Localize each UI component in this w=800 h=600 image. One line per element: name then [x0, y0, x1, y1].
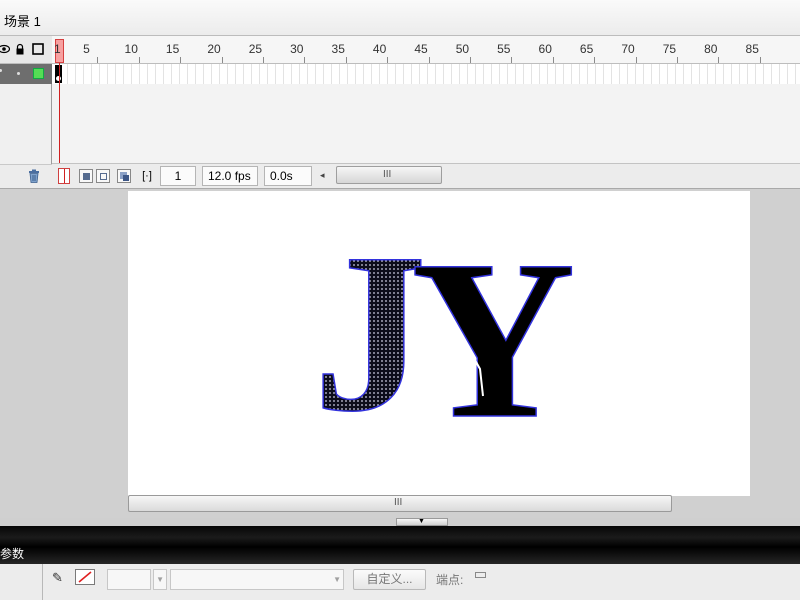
scene-bar: 场景 1	[0, 0, 800, 36]
properties-header: 参数	[0, 526, 800, 564]
ruler-tick-label: 40	[372, 42, 387, 56]
layer-visibility-dot[interactable]	[0, 69, 2, 72]
properties-title[interactable]: 参数	[0, 545, 24, 562]
stage-horizontal-scrollbar[interactable]: III	[128, 495, 672, 512]
frame-ruler[interactable]: 1 5 10 15 20 25 30 35 40 45 50 55 60 65 70 75 80 85	[52, 36, 800, 64]
onion-skin-icon[interactable]	[79, 169, 93, 183]
letter-y[interactable]: Y	[410, 213, 576, 467]
timeline-panel: 1 5 10 15 20 25 30 35 40 45 50 55 60 65 70 75 80 85 [·] 1…	[0, 36, 800, 188]
ruler-tick-label: 25	[248, 42, 263, 56]
properties-panel: ✎ ▼ ▼ 自定义... 端点:	[0, 564, 800, 600]
center-frame-icon[interactable]	[58, 168, 70, 184]
timeline-scrollbar[interactable]: III	[336, 166, 442, 184]
stage-canvas[interactable]: J Y	[128, 191, 750, 496]
ruler-tick-label: 50	[455, 42, 470, 56]
ruler-tick-label: 80	[704, 42, 718, 56]
stroke-height-spinner[interactable]: ▼	[153, 569, 167, 590]
layer-header	[0, 36, 52, 64]
trash-icon[interactable]	[27, 169, 41, 186]
layer-row[interactable]	[0, 64, 52, 84]
current-frame-field: 1	[160, 166, 196, 186]
ruler-tick-label: 60	[538, 42, 552, 56]
scrollbar-grip: III	[394, 497, 403, 508]
eye-icon[interactable]	[0, 43, 11, 55]
modify-onion-markers-icon[interactable]: [·]	[140, 169, 154, 183]
layer-lock-dot[interactable]	[17, 72, 20, 75]
frame-row[interactable]	[52, 64, 800, 84]
ruler-tick-label: 75	[662, 42, 677, 56]
ruler-tick-label: 45	[414, 42, 428, 56]
edit-multiple-frames-icon[interactable]	[117, 169, 131, 183]
ruler-tick-label: 55	[497, 42, 511, 56]
ruler-tick-label: 35	[331, 42, 345, 56]
lock-icon[interactable]	[14, 43, 26, 55]
cap-style-icon[interactable]	[475, 572, 486, 578]
panel-divider-line	[42, 564, 43, 600]
layer-color-box[interactable]	[33, 68, 44, 79]
scroll-left-icon[interactable]: ◂	[320, 170, 325, 181]
collapse-panel-button[interactable]: ▼	[396, 518, 448, 526]
scene-title[interactable]: 场景 1	[4, 11, 41, 30]
frame-rate-field: 12.0 fps	[202, 166, 258, 186]
layer-toolbar	[0, 164, 52, 188]
ruler-tick-label: 5	[83, 42, 90, 56]
timeline-status-bar: [·] 1 12.0 fps 0.0s ◂ III	[52, 163, 800, 188]
ruler-tick-label: 15	[165, 42, 180, 56]
outline-icon[interactable]	[32, 43, 44, 55]
panel-divider: ▼	[0, 518, 800, 526]
onion-outline-icon[interactable]	[96, 169, 110, 183]
pencil-icon: ✎	[52, 570, 63, 585]
cap-label: 端点:	[436, 573, 464, 587]
ruler-tick-label: 85	[745, 42, 759, 56]
stage-area: J Y III	[0, 188, 800, 518]
scrollbar-grip: III	[383, 169, 392, 180]
ruler-tick-label: 30	[290, 42, 304, 56]
jy-artwork[interactable]: J Y	[128, 191, 750, 496]
stroke-height-field[interactable]	[107, 569, 151, 590]
ruler-tick-label: 70	[621, 42, 635, 56]
ruler-tick-label: 65	[579, 42, 594, 56]
layer-panel	[0, 36, 52, 188]
ruler-tick-label: 1	[54, 42, 61, 56]
custom-button[interactable]: 自定义...	[353, 569, 426, 590]
stroke-color-swatch[interactable]	[75, 569, 95, 585]
ruler-tick-label: 10	[124, 42, 138, 56]
triangle-down-icon: ▼	[418, 518, 425, 525]
elapsed-time-field: 0.0s	[264, 166, 312, 186]
ruler-tick-label: 20	[207, 42, 221, 56]
stroke-style-select[interactable]: ▼	[170, 569, 344, 590]
letter-j[interactable]: J	[312, 206, 428, 460]
